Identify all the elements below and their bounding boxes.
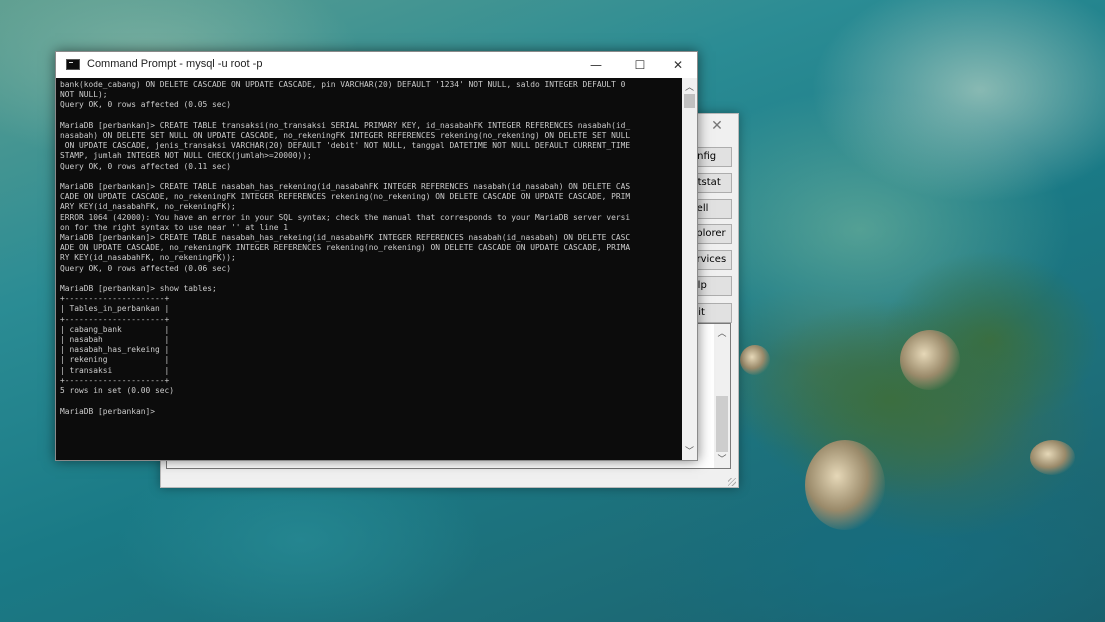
- scroll-up-icon[interactable]: ︿: [714, 326, 730, 340]
- console-line: MariaDB [perbankan]> CREATE TABLE nasaba…: [60, 182, 631, 192]
- console-line: ERROR 1064 (42000): You have an error in…: [60, 212, 631, 222]
- console-line: nasabah) ON DELETE SET NULL ON UPDATE CA…: [60, 131, 631, 141]
- window-title: Command Prompt - mysql -u root -p: [87, 58, 263, 70]
- console-line: Query OK, 0 rows affected (0.05 sec): [60, 100, 232, 110]
- console-line: MariaDB [perbankan]>: [60, 406, 156, 416]
- command-prompt-window[interactable]: Command Prompt - mysql -u root -p — ☐ ✕ …: [55, 51, 698, 461]
- console-scrollbar[interactable]: ︿ ﹀: [682, 78, 697, 460]
- console-line: ON UPDATE CASCADE, jenis_transaksi VARCH…: [60, 141, 631, 151]
- console-output[interactable]: bank(kode_cabang) ON DELETE CASCADE ON U…: [60, 80, 681, 458]
- wallpaper-island: [805, 440, 885, 530]
- scroll-down-icon[interactable]: ﹀: [682, 444, 697, 458]
- scroll-thumb[interactable]: [716, 396, 728, 452]
- console-line: MariaDB [perbankan]> CREATE TABLE transa…: [60, 120, 631, 130]
- console-line: CADE ON UPDATE CASCADE, no_rekeningFK IN…: [60, 192, 631, 202]
- wallpaper-island: [740, 345, 770, 375]
- title-bar[interactable]: Command Prompt - mysql -u root -p — ☐ ✕: [56, 52, 697, 78]
- console-line: bank(kode_cabang) ON DELETE CASCADE ON U…: [60, 80, 626, 89]
- console-line: 5 rows in set (0.00 sec): [60, 386, 175, 396]
- wallpaper-island: [900, 330, 960, 390]
- console-line: | transaksi |: [60, 365, 170, 375]
- scroll-up-icon[interactable]: ︿: [682, 80, 697, 94]
- console-line: +---------------------+: [60, 314, 170, 324]
- console-line: | cabang_bank |: [60, 324, 170, 334]
- console-line: | nasabah |: [60, 335, 170, 345]
- minimize-button[interactable]: —: [574, 52, 618, 78]
- console-line: | Tables_in_perbankan |: [60, 304, 170, 314]
- console-line: ARY KEY(id_nasabahFK, no_rekeningFK);: [60, 202, 236, 212]
- console-line: ADE ON UPDATE CASCADE, no_rekeningFK INT…: [60, 243, 631, 253]
- scroll-thumb[interactable]: [684, 94, 695, 108]
- background-window-close-icon[interactable]: ✕: [706, 116, 728, 136]
- scroll-down-icon[interactable]: ﹀: [714, 452, 730, 466]
- close-button[interactable]: ✕: [656, 52, 700, 78]
- cmd-app-icon: [66, 59, 80, 70]
- background-scrollbar[interactable]: ︿ ﹀: [714, 324, 730, 468]
- console-line: Query OK, 0 rows affected (0.11 sec): [60, 161, 232, 171]
- wallpaper-island: [1030, 440, 1075, 475]
- resize-grip-icon[interactable]: [728, 478, 736, 486]
- console-line: RY KEY(id_nasabahFK, no_rekeningFK));: [60, 253, 236, 263]
- console-line: NOT NULL);: [60, 90, 108, 100]
- console-line: +---------------------+: [60, 375, 170, 385]
- console-line: on for the right syntax to use near '' a…: [60, 222, 289, 232]
- console-line: +---------------------+: [60, 294, 170, 304]
- console-line: MariaDB [perbankan]> CREATE TABLE nasaba…: [60, 233, 631, 243]
- console-line: | nasabah_has_rekeing |: [60, 345, 170, 355]
- console-line: MariaDB [perbankan]> show tables;: [60, 284, 217, 294]
- console-line: Query OK, 0 rows affected (0.06 sec): [60, 263, 232, 273]
- console-line: | rekening |: [60, 355, 170, 365]
- console-line: STAMP, jumlah INTEGER NOT NULL CHECK(jum…: [60, 151, 312, 161]
